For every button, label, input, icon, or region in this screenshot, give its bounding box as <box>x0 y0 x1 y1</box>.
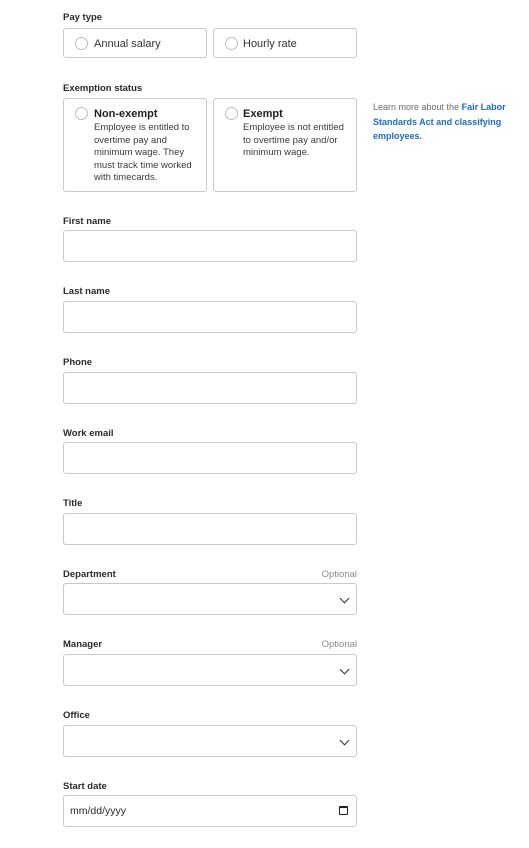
non-exempt-title: Non-exempt <box>94 108 158 120</box>
exempt-title: Exempt <box>243 108 283 120</box>
department-optional-tag: Optional <box>321 569 357 580</box>
last-name-label: Last name <box>63 286 110 297</box>
exempt-description: Employee is not entitled to overtime pay… <box>243 122 344 159</box>
office-select[interactable] <box>63 725 357 757</box>
title-input[interactable] <box>63 513 357 545</box>
radio-icon[interactable] <box>75 107 88 120</box>
chevron-down-icon <box>339 735 350 746</box>
radio-icon[interactable] <box>225 37 238 50</box>
phone-input[interactable] <box>63 372 357 404</box>
start-date-label: Start date <box>63 781 107 792</box>
first-name-input[interactable] <box>63 230 357 262</box>
hourly-rate-option[interactable]: Hourly rate <box>213 28 357 58</box>
chevron-down-icon <box>339 664 350 675</box>
manager-label: Manager <box>63 639 103 650</box>
chevron-down-icon <box>339 593 350 604</box>
flsa-help-text: Learn more about the Fair Labor Standard… <box>373 100 523 144</box>
non-exempt-option[interactable]: Non-exempt Employee is entitled to overt… <box>63 98 207 192</box>
calendar-icon[interactable] <box>339 806 348 815</box>
title-label: Title <box>63 498 83 509</box>
phone-label: Phone <box>63 357 93 368</box>
last-name-input[interactable] <box>63 301 357 333</box>
start-date-input[interactable]: mm/dd/yyyy <box>63 795 357 827</box>
office-label: Office <box>63 710 90 721</box>
annual-salary-label: Annual salary <box>94 38 161 50</box>
department-label: Department <box>63 569 116 580</box>
first-name-label: First name <box>63 216 112 227</box>
manager-optional-tag: Optional <box>321 639 357 650</box>
radio-icon[interactable] <box>225 107 238 120</box>
hourly-rate-label: Hourly rate <box>243 38 297 50</box>
manager-select[interactable] <box>63 654 357 686</box>
flsa-help-prefix: Learn more about the <box>373 102 460 112</box>
radio-icon[interactable] <box>75 37 88 50</box>
pay-type-label: Pay type <box>63 12 103 23</box>
work-email-input[interactable] <box>63 442 357 474</box>
non-exempt-description: Employee is entitled to overtime pay and… <box>94 122 192 184</box>
annual-salary-option[interactable]: Annual salary <box>63 28 207 58</box>
department-select[interactable] <box>63 583 357 615</box>
work-email-label: Work email <box>63 428 114 439</box>
start-date-placeholder: mm/dd/yyyy <box>70 805 127 817</box>
exempt-option[interactable]: Exempt Employee is not entitled to overt… <box>213 98 357 192</box>
exemption-status-label: Exemption status <box>63 83 143 94</box>
